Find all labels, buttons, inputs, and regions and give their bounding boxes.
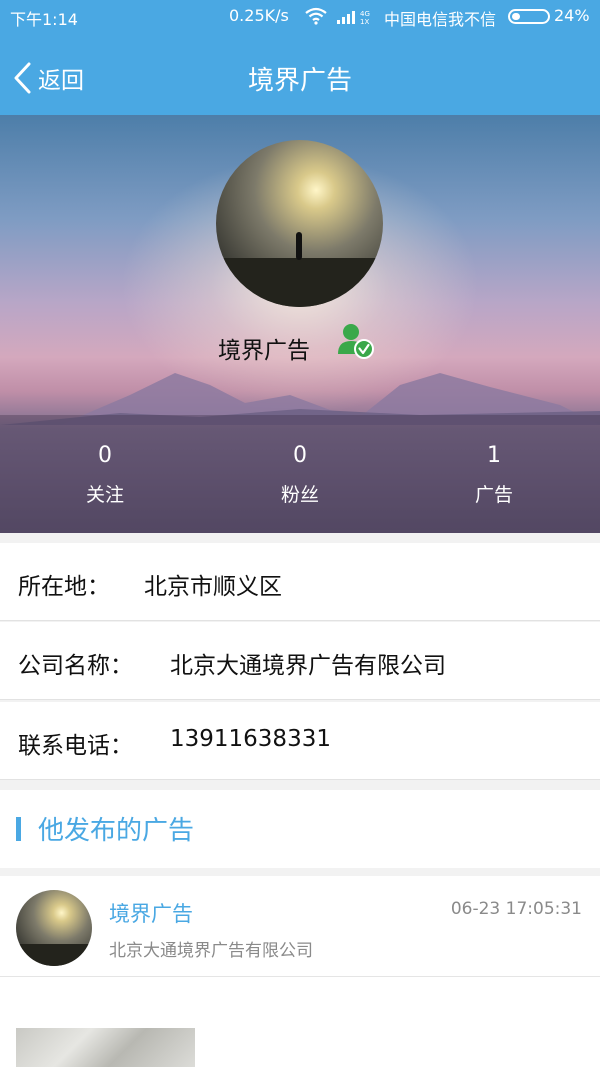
section-accent-bar bbox=[16, 817, 21, 841]
ad-company: 北京大通境界广告有限公司 bbox=[109, 941, 313, 961]
stat-followers[interactable]: 0 粉丝 bbox=[240, 443, 360, 507]
section-header: 他发布的广告 bbox=[0, 790, 600, 868]
status-battery-percent: 24% bbox=[554, 6, 590, 25]
info-row-location: 所在地： 北京市顺义区 bbox=[0, 543, 600, 621]
ad-title: 境界广告 bbox=[109, 902, 193, 926]
verified-user-icon bbox=[338, 324, 374, 359]
profile-avatar bbox=[216, 140, 383, 307]
stat-ads-count: 1 bbox=[487, 443, 501, 468]
profile-name: 境界广告 bbox=[218, 338, 310, 364]
svg-text:1X: 1X bbox=[360, 18, 369, 25]
info-label: 联系电话： bbox=[18, 733, 133, 759]
stat-ads[interactable]: 1 广告 bbox=[434, 443, 554, 507]
status-time: 下午1:14 bbox=[10, 10, 78, 29]
info-value: 北京市顺义区 bbox=[144, 574, 282, 600]
info-row-phone[interactable]: 联系电话： 13911638331 bbox=[0, 702, 600, 780]
svg-text:4G: 4G bbox=[360, 10, 370, 18]
ad-timestamp: 06-23 17:05:31 bbox=[450, 899, 582, 919]
divider bbox=[0, 976, 600, 977]
info-label: 所在地： bbox=[18, 574, 110, 600]
battery-icon bbox=[508, 9, 550, 24]
list-item[interactable]: 境界广告 06-23 17:05:31 北京大通境界广告有限公司 bbox=[0, 876, 600, 1067]
wifi-icon bbox=[305, 7, 327, 25]
ad-image-thumbnail[interactable] bbox=[16, 1028, 195, 1067]
ad-avatar bbox=[16, 890, 92, 966]
stat-ads-label: 广告 bbox=[474, 484, 513, 506]
stat-following[interactable]: 0 关注 bbox=[45, 443, 165, 507]
nav-bar: 返回 境界广告 bbox=[0, 40, 600, 115]
status-network-speed: 0.25K/s bbox=[229, 6, 289, 25]
info-row-company: 公司名称： 北京大通境界广告有限公司 bbox=[0, 622, 600, 700]
section-title: 他发布的广告 bbox=[38, 816, 195, 846]
info-label: 公司名称： bbox=[18, 653, 133, 679]
top-bar: 下午1:14 0.25K/s 4G 1X 中国电信我不信 24% 返回 境界广告 bbox=[0, 0, 600, 115]
stat-following-label: 关注 bbox=[85, 484, 124, 506]
phone-number-link[interactable]: 13911638331 bbox=[170, 726, 331, 752]
signal-4g-icon: 4G 1X bbox=[337, 10, 370, 25]
status-carrier: 中国电信我不信 bbox=[384, 10, 497, 29]
stat-followers-count: 0 bbox=[293, 443, 307, 468]
page-title: 境界广告 bbox=[247, 66, 352, 96]
info-value: 北京大通境界广告有限公司 bbox=[170, 653, 446, 679]
stat-following-count: 0 bbox=[98, 443, 112, 468]
stat-followers-label: 粉丝 bbox=[280, 484, 319, 506]
status-bar: 下午1:14 0.25K/s 4G 1X 中国电信我不信 24% bbox=[0, 0, 600, 32]
